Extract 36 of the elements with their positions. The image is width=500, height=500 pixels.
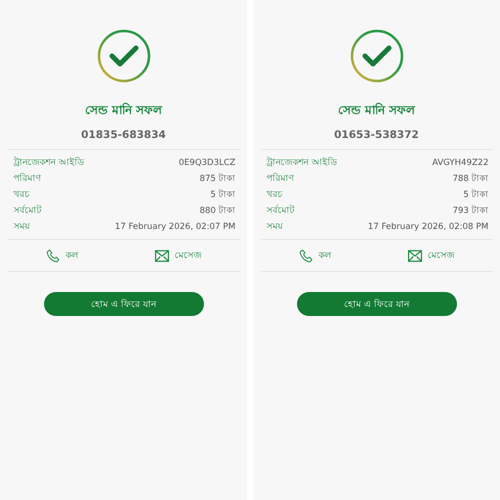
detail-value: 17 February 2026, 02:08 PM xyxy=(368,222,488,232)
phone-number: 01653-538372 xyxy=(334,129,419,141)
envelope-icon xyxy=(408,250,422,262)
home-button[interactable]: হোম এ ফিরে যান xyxy=(296,292,456,316)
message-button[interactable]: মেসেজ xyxy=(150,246,206,265)
success-check-icon xyxy=(350,29,404,83)
detail-label: পরিমাণ xyxy=(266,172,294,186)
detail-value: 793 টাকা xyxy=(452,204,488,218)
detail-label: ট্রানজেকশন আইডি xyxy=(14,156,84,170)
status-title: সেন্ড মানি সফল xyxy=(84,102,162,119)
phone-icon xyxy=(298,248,312,262)
detail-label: সময় xyxy=(14,221,30,234)
message-button[interactable]: মেসেজ xyxy=(404,246,458,265)
envelope-icon xyxy=(154,250,168,262)
detail-label: সর্বমোট xyxy=(14,204,42,218)
detail-value: 5 টাকা xyxy=(463,188,488,202)
detail-value: 875 টাকা xyxy=(200,172,236,186)
detail-label: খরচ xyxy=(14,189,30,202)
status-title: সেন্ড মানি সফল xyxy=(338,102,416,119)
detail-value: 5 টাকা xyxy=(210,188,236,202)
detail-value: 788 টাকা xyxy=(452,172,488,186)
detail-label: সময় xyxy=(266,221,282,234)
call-button[interactable]: কল xyxy=(294,246,336,265)
call-button[interactable]: কল xyxy=(42,246,82,265)
detail-label: খরচ xyxy=(266,189,282,202)
home-button[interactable]: হোম এ ফিরে যান xyxy=(44,292,204,316)
detail-value: 17 February 2026, 02:07 PM xyxy=(114,222,236,232)
phone-icon xyxy=(46,248,60,262)
detail-label: ট্রানজেকশন আইডি xyxy=(266,156,338,170)
detail-value: 880 টাকা xyxy=(200,204,236,218)
detail-value: 0E9Q3D3LCZ xyxy=(178,158,236,168)
phone-number: 01835-683834 xyxy=(81,129,166,141)
detail-value: AVGYH49Z22 xyxy=(432,158,488,168)
detail-label: পরিমাণ xyxy=(14,172,40,186)
detail-label: সর্বমোট xyxy=(266,204,294,218)
success-check-icon xyxy=(96,29,150,83)
